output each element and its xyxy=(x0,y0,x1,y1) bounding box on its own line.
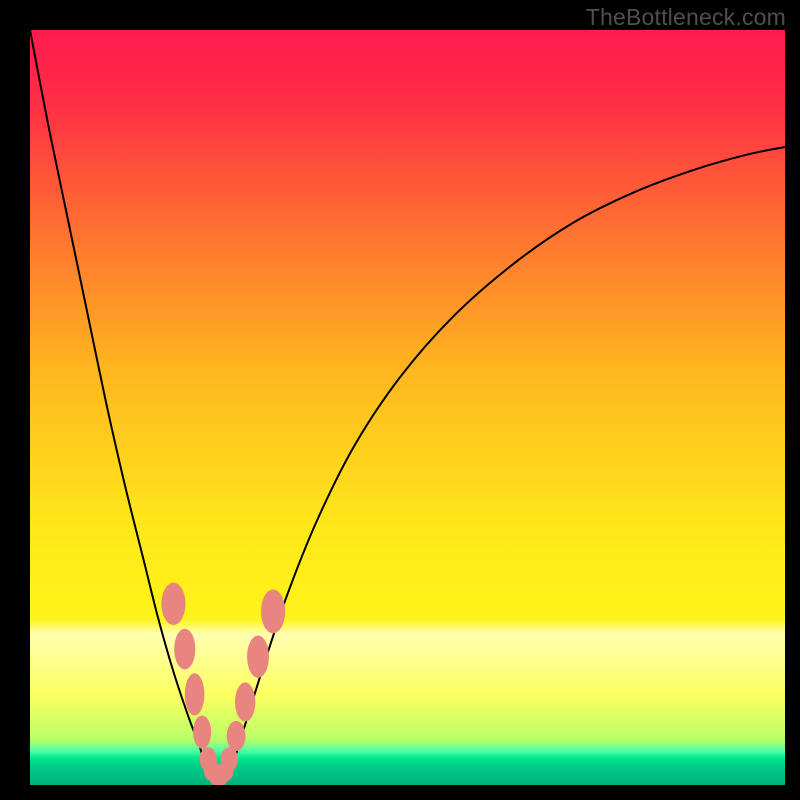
bead-marker xyxy=(185,673,205,715)
bead-marker xyxy=(261,589,285,633)
watermark-text: TheBottleneck.com xyxy=(586,4,786,31)
bead-markers xyxy=(30,30,785,785)
bead-marker xyxy=(247,636,269,678)
bead-marker xyxy=(193,716,211,749)
bead-marker xyxy=(161,583,185,625)
bead-marker xyxy=(174,629,195,670)
plot-area xyxy=(30,30,785,785)
bead-marker xyxy=(235,682,255,721)
bead-marker xyxy=(227,721,246,751)
chart-frame: TheBottleneck.com xyxy=(0,0,800,800)
